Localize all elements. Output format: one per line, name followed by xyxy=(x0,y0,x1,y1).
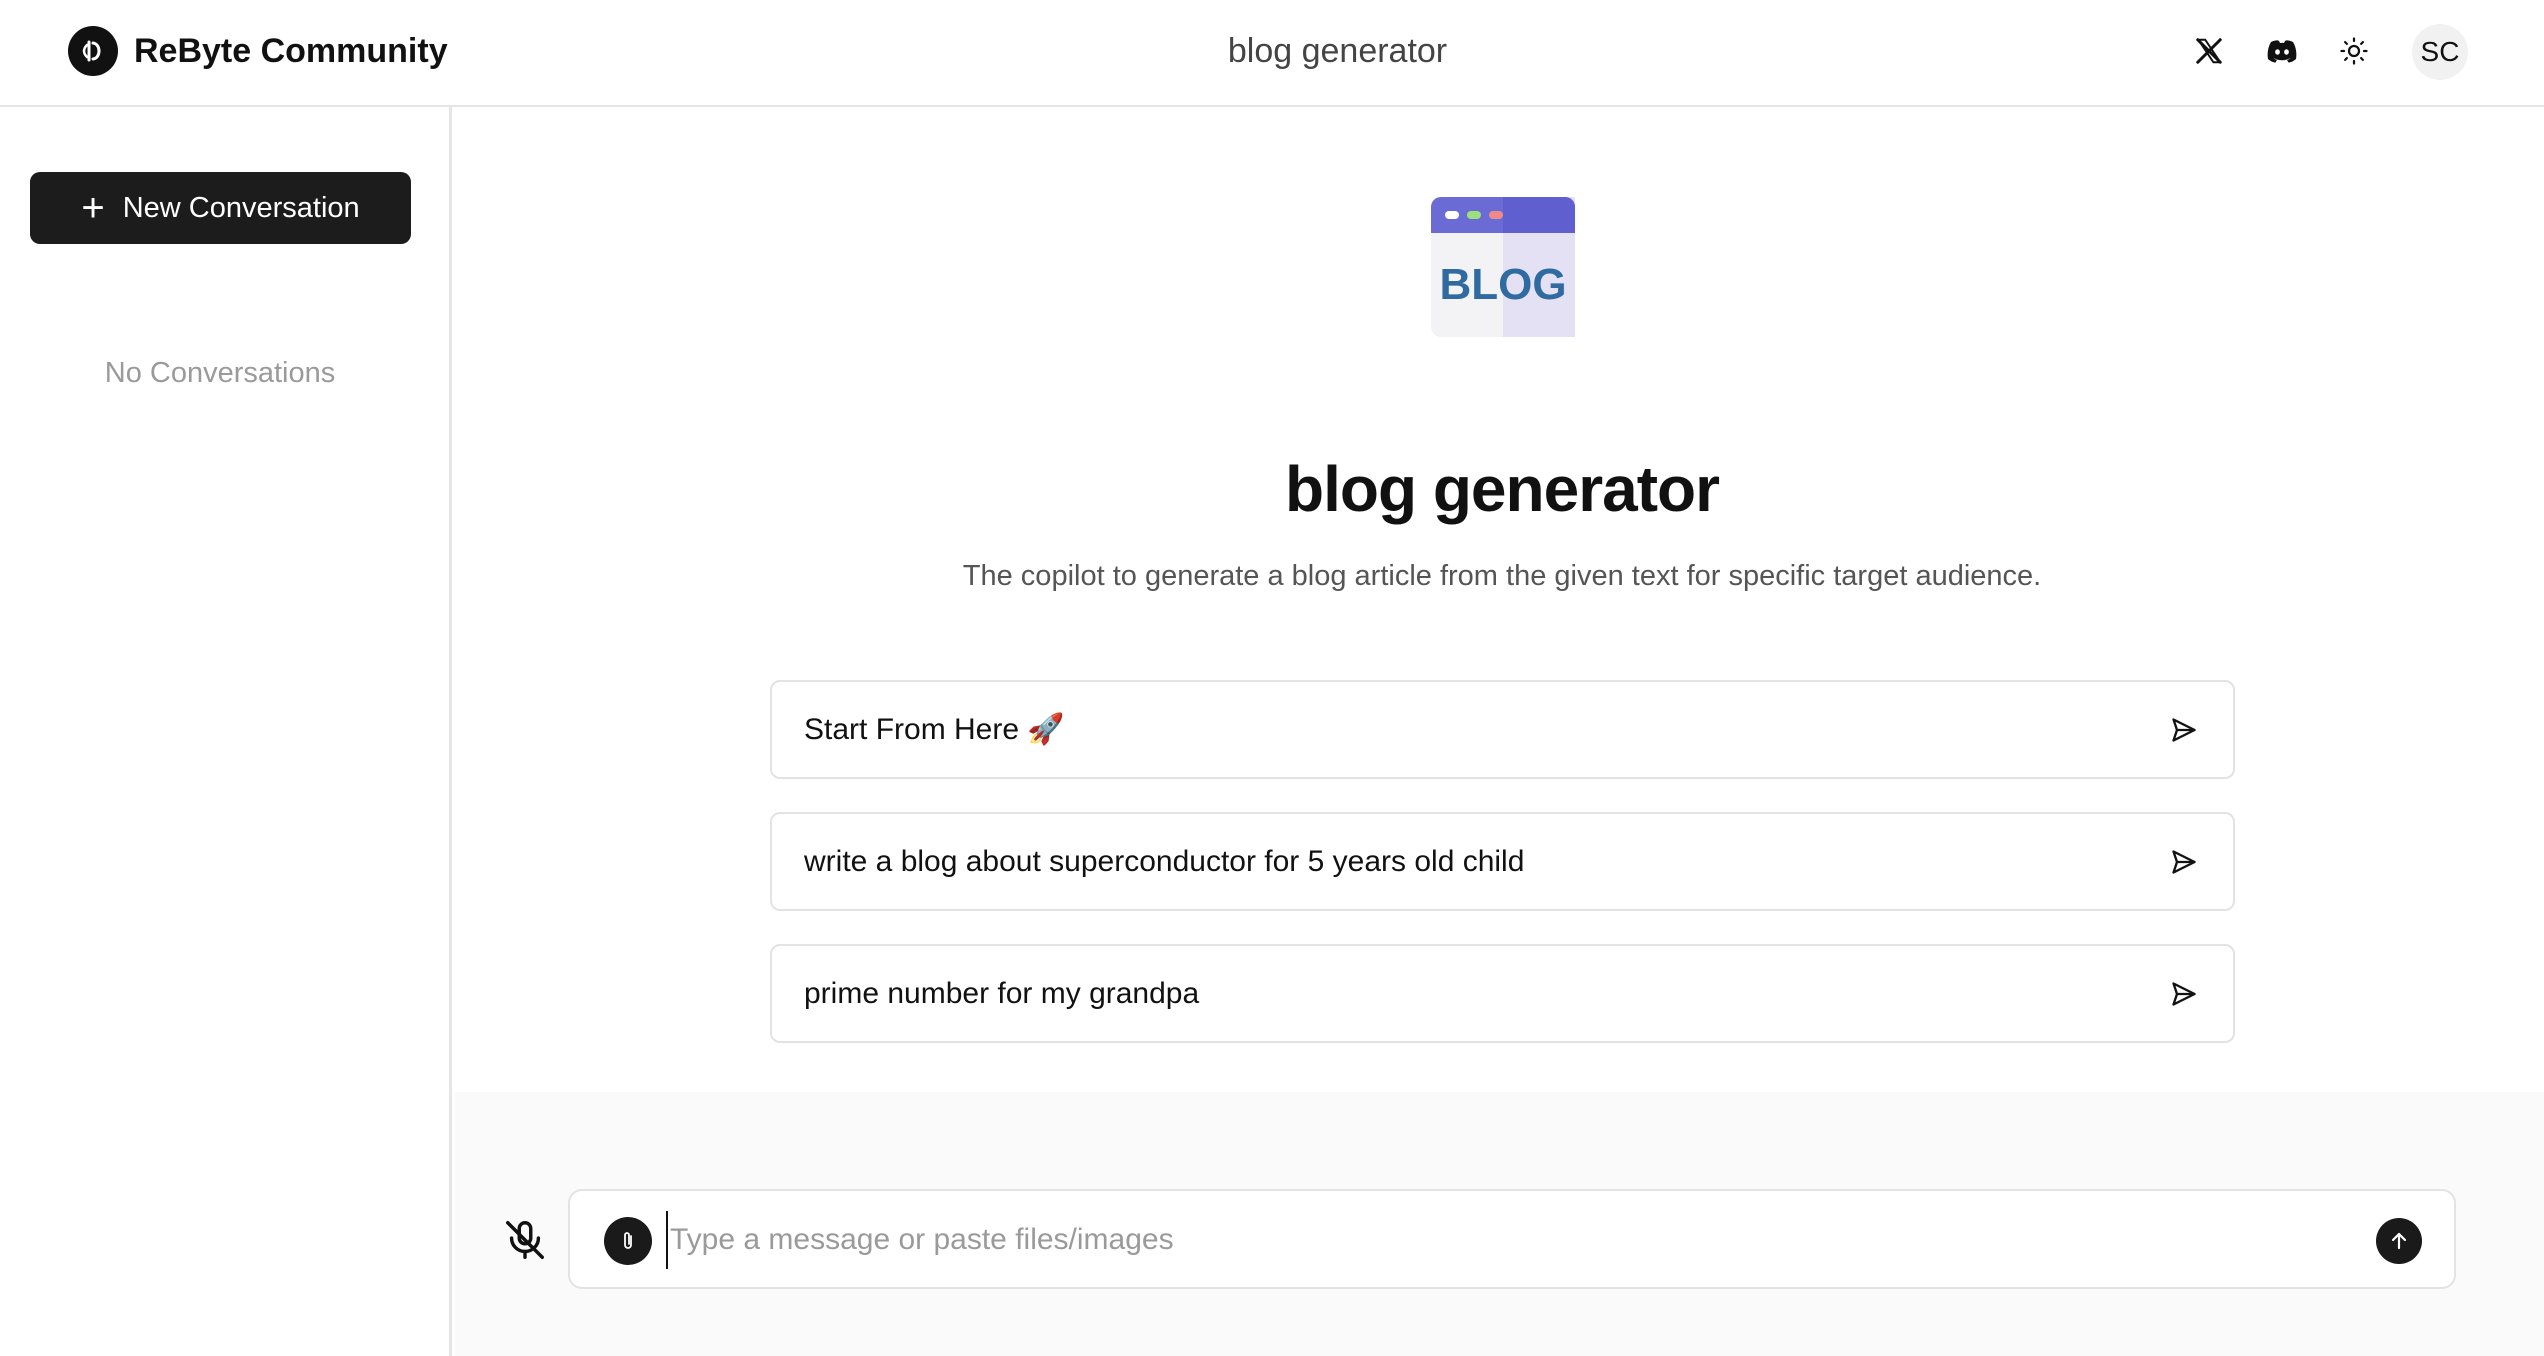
paperclip-icon[interactable] xyxy=(604,1217,652,1265)
send-icon[interactable] xyxy=(2167,977,2201,1011)
blog-icon-text: BLOG xyxy=(1439,260,1566,309)
plus-icon: + xyxy=(81,186,105,230)
arrow-up-icon xyxy=(2391,1232,2407,1250)
mic-off-icon[interactable] xyxy=(495,1210,555,1270)
send-icon[interactable] xyxy=(2167,713,2201,747)
blog-app-icon: BLOG xyxy=(1431,193,1575,341)
brand[interactable]: ReByte Community xyxy=(68,26,448,76)
sun-icon[interactable] xyxy=(2329,26,2379,76)
suggestion-card[interactable]: prime number for my grandpa xyxy=(770,944,2235,1043)
send-icon[interactable] xyxy=(2167,845,2201,879)
suggestion-card[interactable]: write a blog about superconductor for 5 … xyxy=(770,812,2235,911)
sidebar: + New Conversation No Conversations xyxy=(0,107,452,1356)
user-avatar[interactable]: SC xyxy=(2412,24,2468,80)
app-title: blog generator xyxy=(1284,453,1720,525)
new-conversation-label: New Conversation xyxy=(122,191,360,224)
app-root: ReByte Community blog generator SC + New… xyxy=(0,0,2544,1356)
message-input[interactable] xyxy=(666,1211,2316,1269)
no-conversations-text: No Conversations xyxy=(104,357,336,389)
x-logo-icon[interactable] xyxy=(2184,26,2234,76)
new-conversation-button[interactable]: + New Conversation xyxy=(30,172,411,244)
message-composer xyxy=(568,1189,2456,1289)
header-title: blog generator xyxy=(1227,32,1448,70)
discord-icon[interactable] xyxy=(2257,26,2307,76)
top-header: ReByte Community blog generator SC xyxy=(0,0,2544,107)
brand-name: ReByte Community xyxy=(134,31,448,70)
suggestion-text: write a blog about superconductor for 5 … xyxy=(804,844,1525,878)
send-message-button[interactable] xyxy=(2376,1218,2422,1264)
main-content: BLOG blog generator The copilot to gener… xyxy=(455,107,2544,1092)
rebyte-logo-icon xyxy=(68,26,118,76)
suggestion-text: prime number for my grandpa xyxy=(804,976,1200,1010)
composer-area xyxy=(455,1092,2544,1356)
app-description: The copilot to generate a blog article f… xyxy=(962,560,2042,592)
suggestion-text: Start From Here 🚀 xyxy=(804,713,1065,746)
suggestion-card[interactable]: Start From Here 🚀 xyxy=(770,680,2235,779)
